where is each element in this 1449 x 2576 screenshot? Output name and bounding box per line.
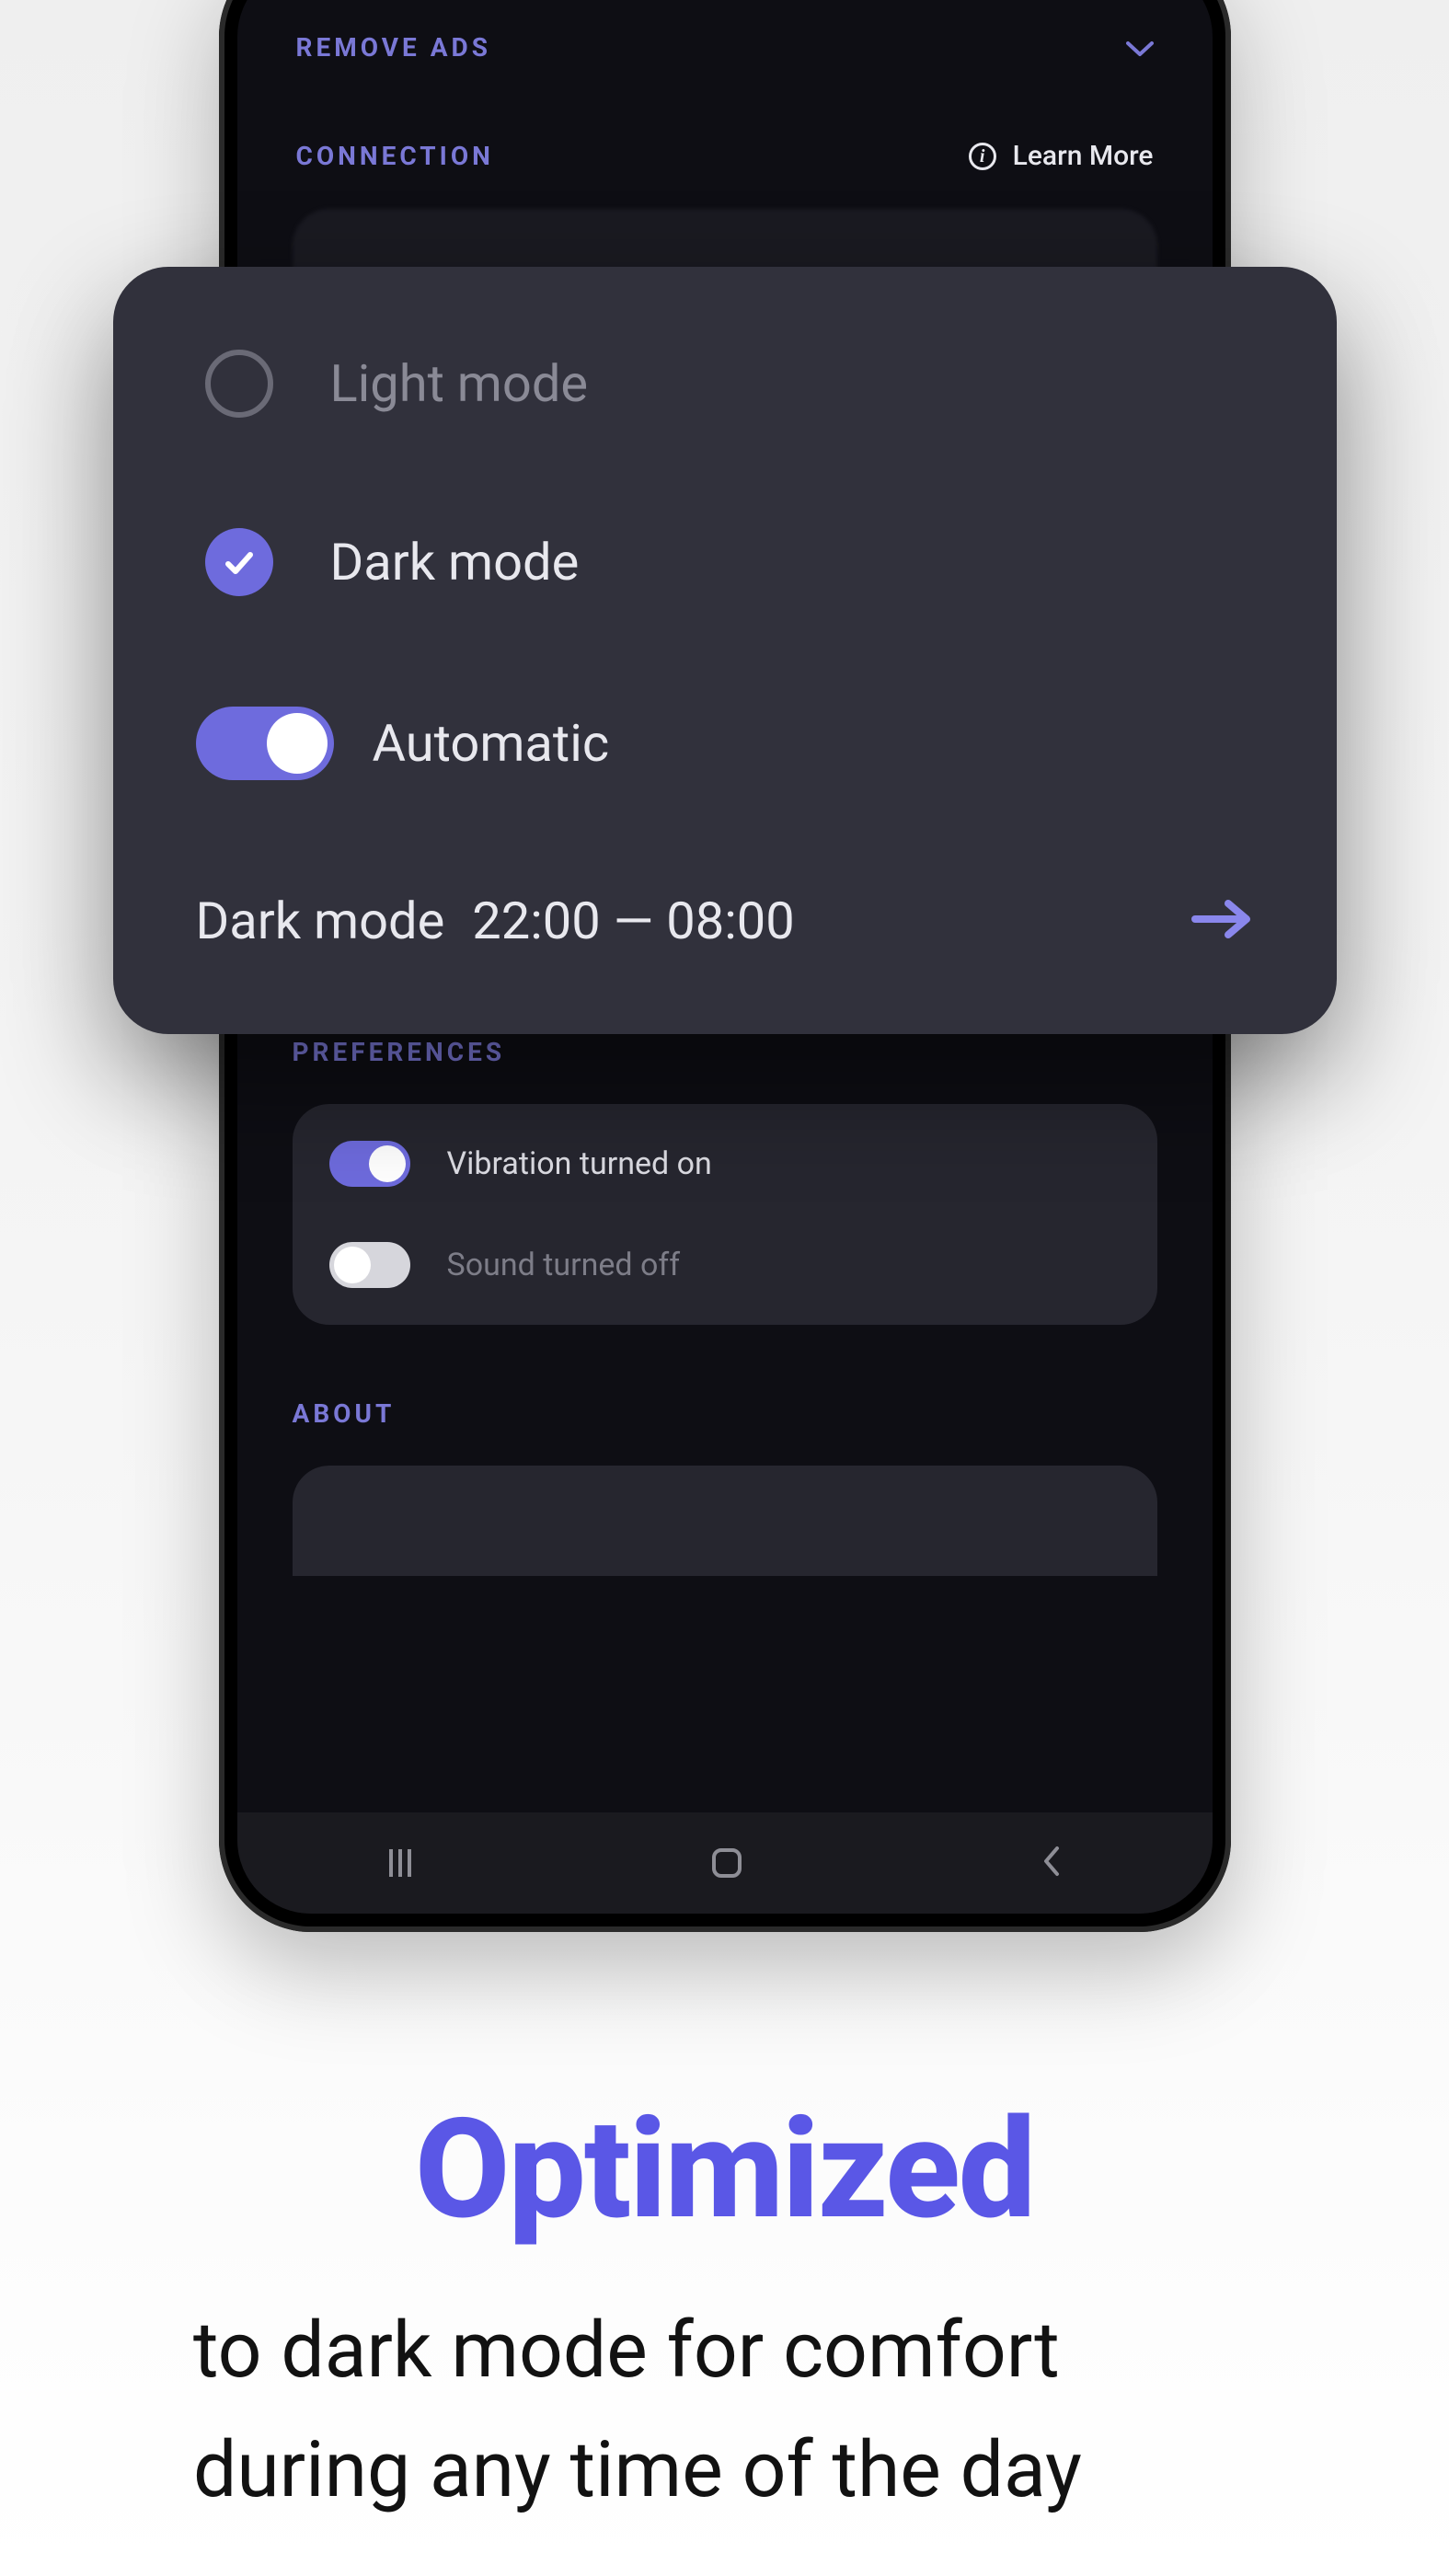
sound-label: Sound turned off [447, 1247, 681, 1283]
marketing-headline: Optimized [0, 2088, 1449, 2250]
arrow-right-icon [1190, 896, 1254, 946]
dark-mode-schedule-row[interactable]: Dark mode 22:00 — 08:00 [196, 891, 1254, 951]
vibration-row[interactable]: Vibration turned on [329, 1141, 1121, 1187]
automatic-label: Automatic [373, 713, 610, 774]
learn-more-label: Learn More [1013, 140, 1154, 172]
automatic-row[interactable]: Automatic [205, 707, 1254, 780]
radio-checked-icon[interactable] [205, 528, 273, 596]
radio-unchecked-icon[interactable] [205, 350, 273, 418]
automatic-toggle[interactable] [196, 707, 334, 780]
vibration-toggle[interactable] [329, 1141, 410, 1187]
about-label: ABOUT [293, 1398, 396, 1429]
connection-header: CONNECTION i Learn More [293, 112, 1157, 200]
light-mode-row[interactable]: Light mode [205, 350, 1254, 418]
connection-label: CONNECTION [296, 141, 494, 171]
preferences-label: PREFERENCES [293, 1037, 506, 1067]
dark-mode-row[interactable]: Dark mode [205, 528, 1254, 596]
android-nav-bar [237, 1812, 1213, 1914]
theme-mode-card: Light mode Dark mode Automatic Dark mode… [113, 267, 1337, 1034]
sound-row[interactable]: Sound turned off [329, 1242, 1121, 1288]
preferences-card: Vibration turned on Sound turned off [293, 1104, 1157, 1325]
marketing-subline: to dark mode for comfort during any time… [0, 2291, 1449, 2530]
about-card [293, 1466, 1157, 1576]
vibration-label: Vibration turned on [447, 1145, 712, 1182]
sound-toggle[interactable] [329, 1242, 410, 1288]
light-mode-label: Light mode [330, 353, 589, 414]
remove-ads-label: REMOVE ADS [296, 32, 491, 63]
dark-mode-label: Dark mode [330, 532, 580, 592]
nav-recent-icon[interactable] [386, 1849, 414, 1877]
schedule-prefix: Dark mode [196, 891, 445, 951]
info-icon: i [969, 143, 996, 170]
schedule-range: 22:00 — 08:00 [472, 891, 794, 951]
learn-more-button[interactable]: i Learn More [969, 140, 1154, 172]
about-section: ABOUT [293, 1325, 1157, 1576]
chevron-down-icon [1126, 28, 1154, 66]
nav-home-icon[interactable] [712, 1848, 742, 1878]
remove-ads-row[interactable]: REMOVE ADS [293, 18, 1157, 112]
nav-back-icon[interactable] [1041, 1845, 1063, 1881]
